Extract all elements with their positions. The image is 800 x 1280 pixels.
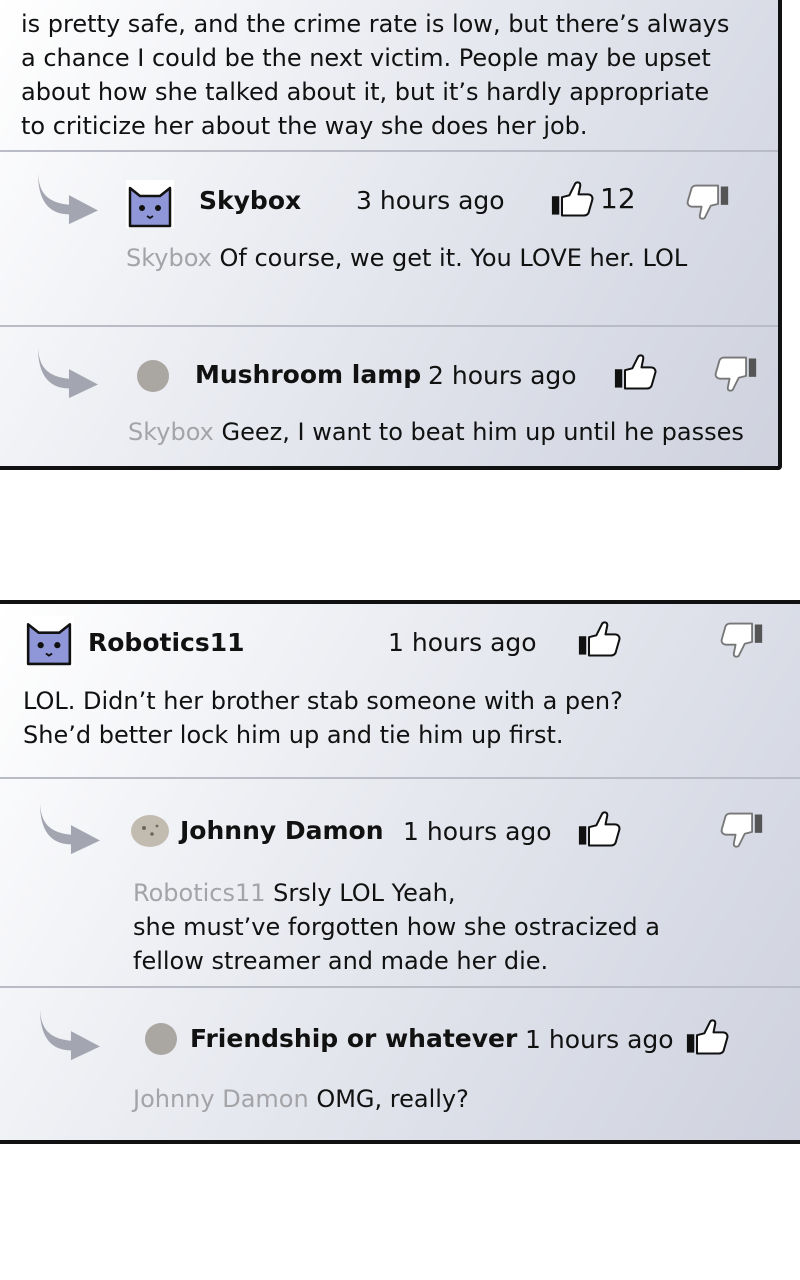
avatar[interactable]: [130, 812, 170, 848]
like-button[interactable]: [578, 810, 622, 848]
reply-username[interactable]: Johnny Damon: [180, 816, 384, 845]
post-text-line: about how she talked about it, but it’s …: [21, 78, 710, 106]
post-text-line: is pretty safe, and the crime rate is lo…: [21, 10, 730, 38]
reply-body: Geez, I want to beat him up until he pas…: [221, 418, 744, 446]
dislike-button[interactable]: [714, 356, 758, 394]
like-count: 12: [600, 182, 636, 215]
reply-body-line: fellow streamer and made her die.: [133, 947, 549, 975]
rock-avatar-icon: [130, 812, 170, 848]
reply-timestamp: 3 hours ago: [356, 186, 505, 215]
divider: [0, 150, 778, 152]
bottom-comment-panel: Robotics11 1 hours ago LOL. Didn’t her b…: [0, 600, 800, 1144]
reply-text: Skybox Of course, we get it. You LOVE he…: [126, 244, 687, 272]
thumbs-up-icon: [614, 353, 658, 391]
top-comment-panel: is pretty safe, and the crime rate is lo…: [0, 0, 782, 470]
like-button[interactable]: [578, 620, 622, 658]
reply-text: Johnny Damon OMG, really?: [133, 1085, 469, 1113]
thumbs-up-icon: [551, 180, 595, 218]
dislike-button[interactable]: [720, 812, 764, 850]
post-text: LOL. Didn’t her brother stab someone wit…: [23, 684, 623, 752]
thumbs-up-icon: [578, 810, 622, 848]
reply-to-mention[interactable]: Skybox: [128, 418, 214, 446]
avatar[interactable]: [145, 1023, 177, 1055]
post-text-line: to criticize her about the way she does …: [21, 112, 588, 140]
avatar[interactable]: [137, 360, 169, 392]
thumbs-down-icon: [720, 812, 764, 850]
avatar[interactable]: [126, 180, 174, 228]
reply-body-line: she must’ve forgotten how she ostracized…: [133, 913, 660, 941]
post-text: is pretty safe, and the crime rate is lo…: [21, 7, 729, 143]
cat-avatar-icon: [24, 616, 74, 666]
reply-timestamp: 1 hours ago: [525, 1025, 674, 1054]
reply-body: OMG, really?: [316, 1085, 469, 1113]
reply-text: Skybox Geez, I want to beat him up until…: [128, 418, 778, 446]
reply-text: Robotics11 Srsly LOL Yeah, she must’ve f…: [133, 876, 660, 978]
reply-arrow-icon: [36, 1004, 104, 1062]
like-button[interactable]: [614, 353, 658, 391]
reply-username[interactable]: Mushroom lamp: [195, 360, 421, 389]
post-text-line: a chance I could be the next victim. Peo…: [21, 44, 711, 72]
reply-timestamp: 1 hours ago: [403, 817, 552, 846]
post-username[interactable]: Robotics11: [88, 628, 245, 657]
reply-username[interactable]: Friendship or whatever: [190, 1024, 517, 1053]
thumbs-up-icon: [686, 1018, 730, 1056]
thumbs-down-icon: [720, 622, 764, 660]
reply-timestamp: 2 hours ago: [428, 361, 577, 390]
divider: [0, 777, 800, 779]
thumbs-up-icon: [578, 620, 622, 658]
post-text-line: She’d better lock him up and tie him up …: [23, 721, 564, 749]
reply-username[interactable]: Skybox: [199, 186, 301, 215]
dislike-button[interactable]: [686, 184, 730, 222]
divider: [0, 986, 800, 988]
thumbs-down-icon: [714, 356, 758, 394]
avatar[interactable]: [24, 616, 74, 666]
reply-arrow-icon: [34, 342, 102, 400]
like-button[interactable]: [686, 1018, 730, 1056]
reply-to-mention[interactable]: Robotics11: [133, 879, 266, 907]
thumbs-down-icon: [686, 184, 730, 222]
post-timestamp: 1 hours ago: [388, 628, 537, 657]
cat-avatar-icon: [126, 180, 174, 228]
dislike-button[interactable]: [720, 622, 764, 660]
reply-body: Srsly LOL Yeah,: [273, 879, 456, 907]
post-text-line: LOL. Didn’t her brother stab someone wit…: [23, 687, 623, 715]
reply-arrow-icon: [34, 168, 102, 226]
reply-to-mention[interactable]: Johnny Damon: [133, 1085, 309, 1113]
reply-arrow-icon: [36, 798, 104, 856]
reply-body: Of course, we get it. You LOVE her. LOL: [219, 244, 688, 272]
divider: [0, 325, 778, 327]
like-button[interactable]: [551, 180, 595, 218]
reply-to-mention[interactable]: Skybox: [126, 244, 212, 272]
